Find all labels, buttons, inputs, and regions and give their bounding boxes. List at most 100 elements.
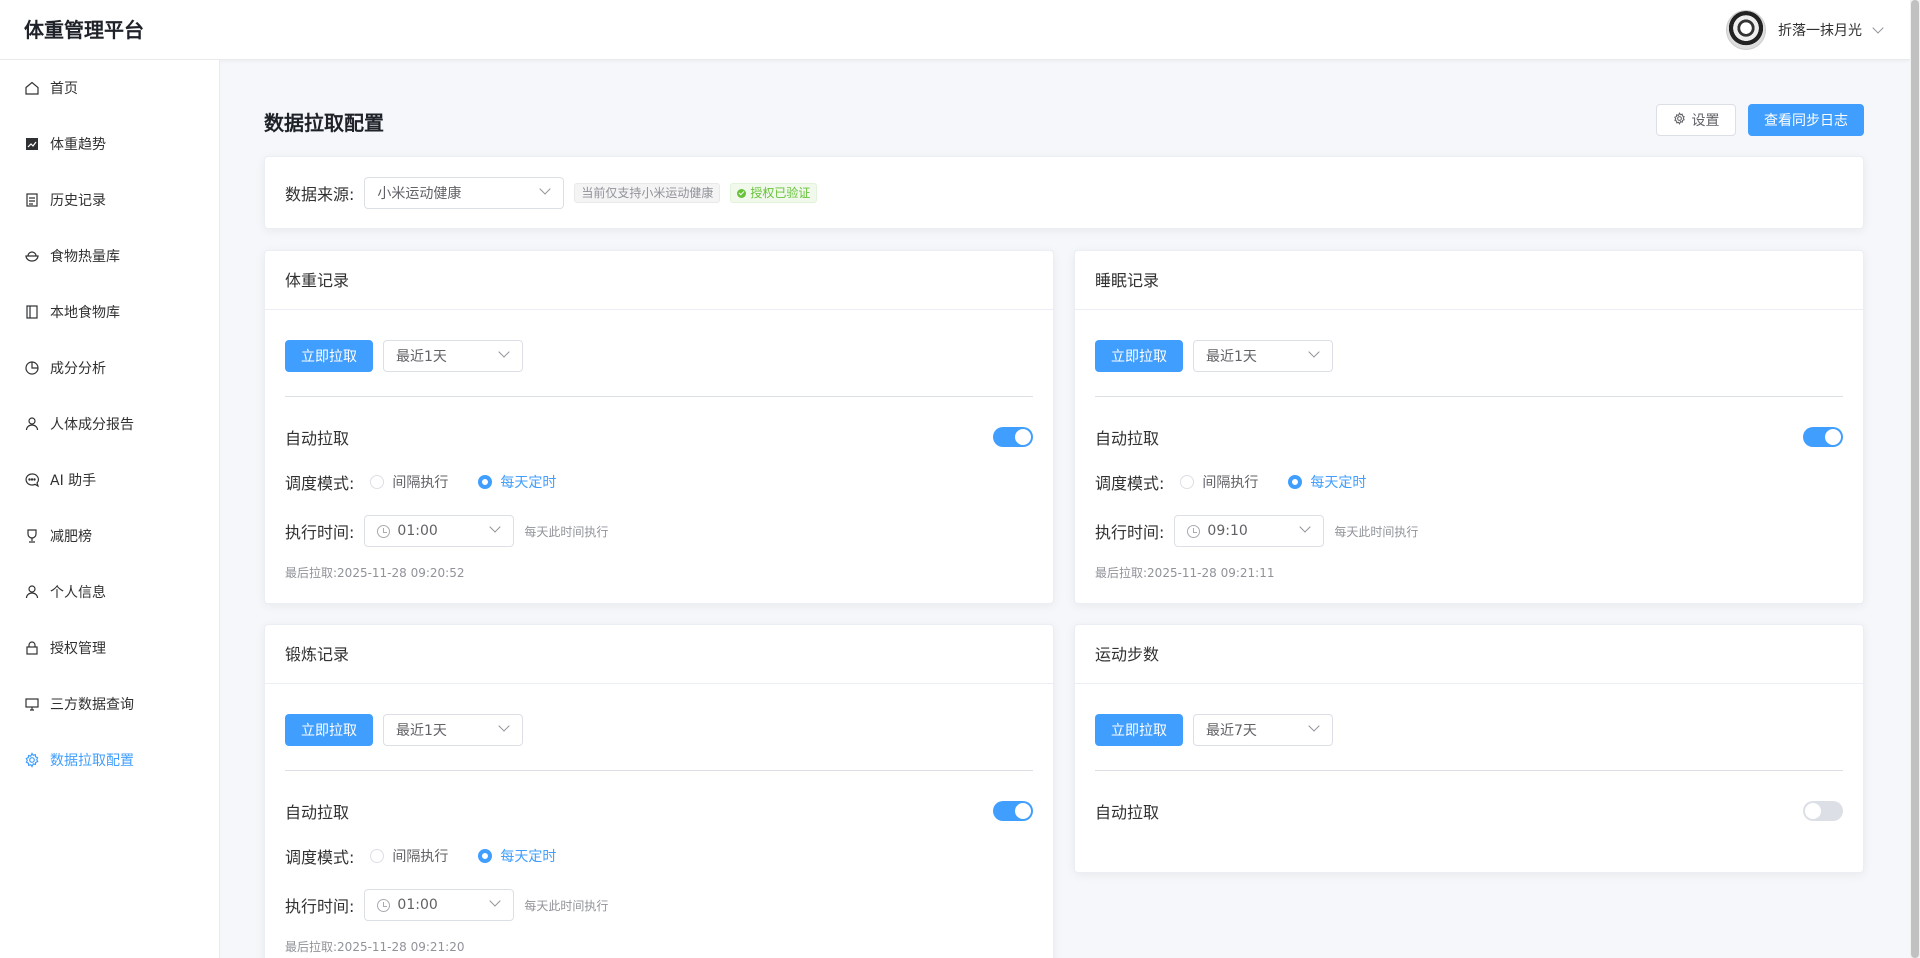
mode-interval-radio[interactable]: 间隔执行: [370, 846, 448, 866]
range-select[interactable]: 最近1天: [383, 340, 523, 372]
last-pull-label: 最后拉取:: [285, 940, 338, 954]
auth-status-badge: 授权已验证: [730, 183, 818, 203]
mode-daily-radio[interactable]: 每天定时: [478, 472, 556, 492]
auto-pull-switch[interactable]: [1803, 801, 1843, 821]
divider: [285, 396, 1033, 397]
time-value: 01:00: [397, 523, 438, 539]
sidebar-item-weight-trend[interactable]: 体重趋势: [0, 116, 219, 172]
sidebar-item-local-food[interactable]: 本地食物库: [0, 284, 219, 340]
auto-pull-switch[interactable]: [993, 427, 1033, 447]
sidebar-item-label: 授权管理: [50, 641, 106, 657]
app-brand: 体重管理平台: [24, 18, 144, 42]
panel-title: 运动步数: [1075, 625, 1863, 684]
data-source-label: 数据来源:: [285, 185, 355, 204]
clock-icon: [377, 899, 391, 912]
auth-status-text: 授权已验证: [750, 186, 811, 200]
sleep-record-panel: 睡眠记录 立即拉取 最近1天 自动拉取 调度模式: 间隔执行 每天定时 执行时间…: [1074, 250, 1864, 604]
chevron-down-icon[interactable]: [1872, 22, 1884, 34]
sidebar-item-leaderboard[interactable]: 减肥榜: [0, 508, 219, 564]
chevron-down-icon: [1299, 521, 1312, 533]
settings-label: 设置: [1691, 113, 1720, 129]
chevron-down-icon: [498, 346, 510, 358]
range-select[interactable]: 最近7天: [1193, 714, 1333, 746]
sidebar-item-composition[interactable]: 成分分析: [0, 340, 219, 396]
chevron-down-icon: [498, 720, 510, 732]
sidebar: 首页 体重趋势 历史记录 食物热量库 本地食物库 成分分析 人体成分报告 AI …: [0, 60, 220, 958]
sidebar-item-data-pull-config[interactable]: 数据拉取配置: [0, 732, 219, 788]
exercise-record-panel: 锻炼记录 立即拉取 最近1天 自动拉取 调度模式: 间隔执行 每天定时 执行时间…: [264, 624, 1054, 958]
time-hint: 每天此时间执行: [524, 898, 609, 913]
weight-record-panel: 体重记录 立即拉取 最近1天 自动拉取 调度模式: 间隔执行 每天定时 执行时间…: [264, 250, 1054, 604]
sync-log-button[interactable]: 查看同步日志: [1748, 104, 1864, 136]
sidebar-item-profile[interactable]: 个人信息: [0, 564, 219, 620]
auto-pull-label: 自动拉取: [285, 803, 350, 822]
radio-label: 间隔执行: [392, 849, 449, 865]
time-picker[interactable]: 01:00: [364, 515, 515, 547]
pull-now-button[interactable]: 立即拉取: [285, 714, 373, 746]
source-note-tag: 当前仅支持小米运动健康: [574, 183, 721, 203]
sidebar-item-history[interactable]: 历史记录: [0, 172, 219, 228]
user-icon: [24, 584, 40, 600]
chevron-down-icon: [539, 183, 552, 195]
last-pull-label: 最后拉取:: [1095, 566, 1148, 580]
mode-label: 调度模式:: [285, 848, 355, 867]
page-title: 数据拉取配置: [264, 111, 384, 135]
radio-label: 间隔执行: [392, 475, 449, 491]
radio-circle: [370, 849, 385, 863]
time-picker[interactable]: 01:00: [364, 889, 515, 921]
document-icon: [24, 192, 40, 208]
time-label: 执行时间:: [285, 523, 355, 542]
last-pull-label: 最后拉取:: [285, 566, 338, 580]
range-value: 最近1天: [396, 723, 447, 739]
mode-daily-radio[interactable]: 每天定时: [1288, 472, 1366, 492]
user-menu[interactable]: 折落一抹月光: [1726, 10, 1884, 50]
radio-circle: [370, 475, 385, 489]
last-pull: 最后拉取:2025-11-28 09:20:52: [285, 564, 465, 581]
radio-label: 每天定时: [500, 849, 557, 865]
mode-label: 调度模式:: [285, 474, 355, 493]
auto-pull-switch[interactable]: [1803, 427, 1843, 447]
sidebar-item-ai-assistant[interactable]: AI 助手: [0, 452, 219, 508]
sidebar-item-third-party[interactable]: 三方数据查询: [0, 676, 219, 732]
sidebar-item-body-report[interactable]: 人体成分报告: [0, 396, 219, 452]
radio-circle: [478, 849, 493, 863]
range-value: 最近7天: [1206, 723, 1257, 739]
last-pull-time: 2025-11-28 09:20:52: [337, 566, 465, 580]
sidebar-item-label: 减肥榜: [50, 529, 92, 545]
settings-button[interactable]: 设置: [1656, 104, 1736, 136]
pull-now-button[interactable]: 立即拉取: [285, 340, 373, 372]
gear-icon: [24, 752, 40, 768]
chat-icon: [24, 472, 40, 488]
mode-interval-radio[interactable]: 间隔执行: [1180, 472, 1258, 492]
range-select[interactable]: 最近1天: [1193, 340, 1333, 372]
trophy-icon: [24, 528, 40, 544]
sidebar-item-label: 本地食物库: [50, 305, 120, 321]
sidebar-item-auth[interactable]: 授权管理: [0, 620, 219, 676]
sidebar-item-food-calories[interactable]: 食物热量库: [0, 228, 219, 284]
range-select[interactable]: 最近1天: [383, 714, 523, 746]
pull-now-button[interactable]: 立即拉取: [1095, 714, 1183, 746]
time-label: 执行时间:: [1095, 523, 1165, 542]
avatar[interactable]: [1726, 10, 1766, 50]
pull-now-button[interactable]: 立即拉取: [1095, 340, 1183, 372]
divider: [1095, 396, 1843, 397]
last-pull: 最后拉取:2025-11-28 09:21:20: [285, 938, 465, 955]
last-pull: 最后拉取:2025-11-28 09:21:11: [1095, 564, 1275, 581]
time-hint: 每天此时间执行: [524, 524, 609, 539]
scrollbar-thumb[interactable]: [1911, 0, 1919, 958]
sidebar-item-home[interactable]: 首页: [0, 60, 219, 116]
sidebar-item-label: AI 助手: [50, 473, 97, 489]
mode-interval-radio[interactable]: 间隔执行: [370, 472, 448, 492]
time-value: 09:10: [1207, 523, 1248, 539]
pie-chart-icon: [24, 360, 40, 376]
range-value: 最近1天: [1206, 349, 1257, 365]
auto-pull-switch[interactable]: [993, 801, 1033, 821]
divider: [1095, 770, 1843, 771]
data-source-select[interactable]: 小米运动健康: [364, 177, 565, 209]
chevron-down-icon: [1308, 720, 1320, 732]
username[interactable]: 折落一抹月光: [1778, 20, 1862, 40]
time-picker[interactable]: 09:10: [1174, 515, 1325, 547]
sidebar-item-label: 数据拉取配置: [50, 753, 134, 769]
mode-daily-radio[interactable]: 每天定时: [478, 846, 556, 866]
main-content: 数据拉取配置 设置 查看同步日志 数据来源: 小米运动健康 当前仅支持小米运动健…: [220, 60, 1910, 958]
